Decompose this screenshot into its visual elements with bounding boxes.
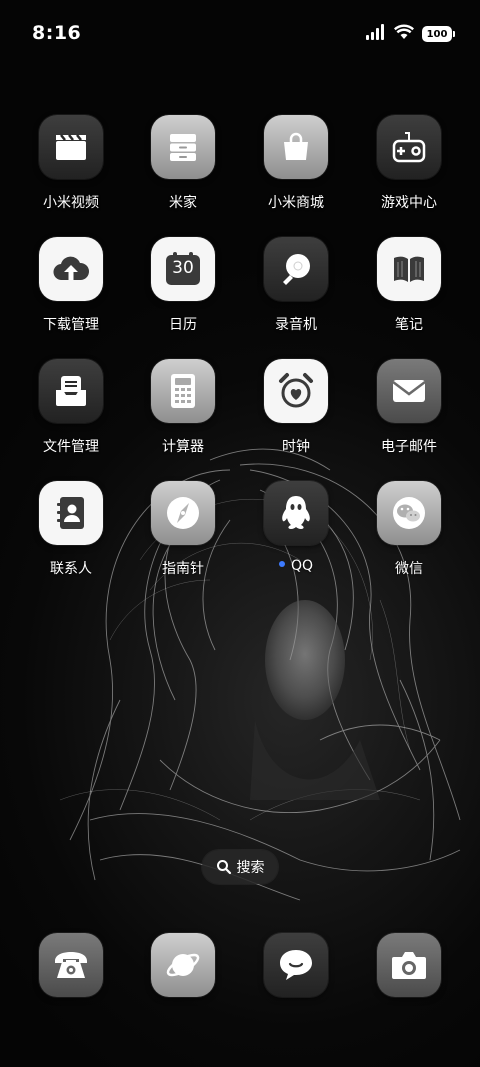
new-install-dot [278,561,285,567]
app-label: 小米商城 [268,195,324,211]
dock-messages[interactable] [246,933,346,997]
alarm-clock-icon [264,359,328,423]
signal-icon [366,24,386,44]
inbox-icon [39,359,103,423]
chat-bubble-icon [264,933,328,997]
app-contacts[interactable]: 联系人 [21,481,121,578]
shopping-bag-icon [264,115,328,179]
envelope-icon [377,359,441,423]
app-qq[interactable]: QQ [246,481,346,574]
app-label: 电子邮件 [381,439,437,455]
app-label: 文件管理 [43,439,99,455]
camera-icon [377,933,441,997]
book-icon [377,237,441,301]
planet-icon [151,933,215,997]
app-label: 日历 [169,317,197,333]
search-button[interactable]: 搜索 [202,850,278,884]
wechat-icon [377,481,441,545]
battery-level: 100 [426,28,448,40]
app-file-manager[interactable]: 文件管理 [21,359,121,456]
telephone-icon [39,933,103,997]
app-calendar[interactable]: 30 日历 [133,237,233,334]
app-label: 计算器 [162,439,204,455]
dock-browser[interactable] [133,933,233,997]
app-wechat[interactable]: 微信 [359,481,459,578]
app-label: 微信 [395,561,423,577]
clapperboard-icon [39,115,103,179]
status-bar: 8:16 100 [0,0,480,68]
app-calculator[interactable]: 计算器 [133,359,233,456]
microphone-icon [264,237,328,301]
app-recorder[interactable]: 录音机 [246,237,346,334]
status-time: 8:16 [32,22,82,44]
app-label: 小米视频 [43,195,99,211]
app-game-center[interactable]: 游戏中心 [359,115,459,212]
app-mi-store[interactable]: 小米商城 [246,115,346,212]
dock-camera[interactable] [359,933,459,997]
app-label: 时钟 [282,439,310,455]
app-email[interactable]: 电子邮件 [359,359,459,456]
compass-icon [151,481,215,545]
app-notes[interactable]: 笔记 [359,237,459,334]
cloud-download-icon [39,237,103,301]
status-icons: 100 [366,24,455,44]
battery-icon: 100 [422,26,455,42]
calendar-icon: 30 [151,237,215,301]
app-downloads[interactable]: 下载管理 [21,237,121,334]
search-label: 搜索 [236,860,265,876]
app-compass[interactable]: 指南针 [133,481,233,578]
app-label: 录音机 [275,317,317,333]
home-screen: 8:16 100 小米视频 米家 小米商城 游戏中心 下载管理 30 日历 录音… [0,0,480,1067]
app-mijia[interactable]: 米家 [133,115,233,212]
app-label: 联系人 [50,561,92,577]
app-label: 笔记 [395,317,423,333]
app-xiaomi-video[interactable]: 小米视频 [21,115,121,212]
wifi-icon [394,24,414,44]
calculator-icon [151,359,215,423]
app-label-text: QQ [290,558,314,574]
calendar-date: 30 [172,258,194,278]
gamepad-icon [377,115,441,179]
app-clock[interactable]: 时钟 [246,359,346,456]
app-label: 指南针 [162,561,204,577]
app-label: QQ [246,558,346,574]
app-label: 游戏中心 [381,195,437,211]
app-label: 米家 [169,195,197,211]
search-icon [216,860,231,875]
dock-phone[interactable] [21,933,121,997]
drawer-icon [151,115,215,179]
qq-penguin-icon [264,481,328,545]
app-label: 下载管理 [43,317,99,333]
contact-book-icon [39,481,103,545]
